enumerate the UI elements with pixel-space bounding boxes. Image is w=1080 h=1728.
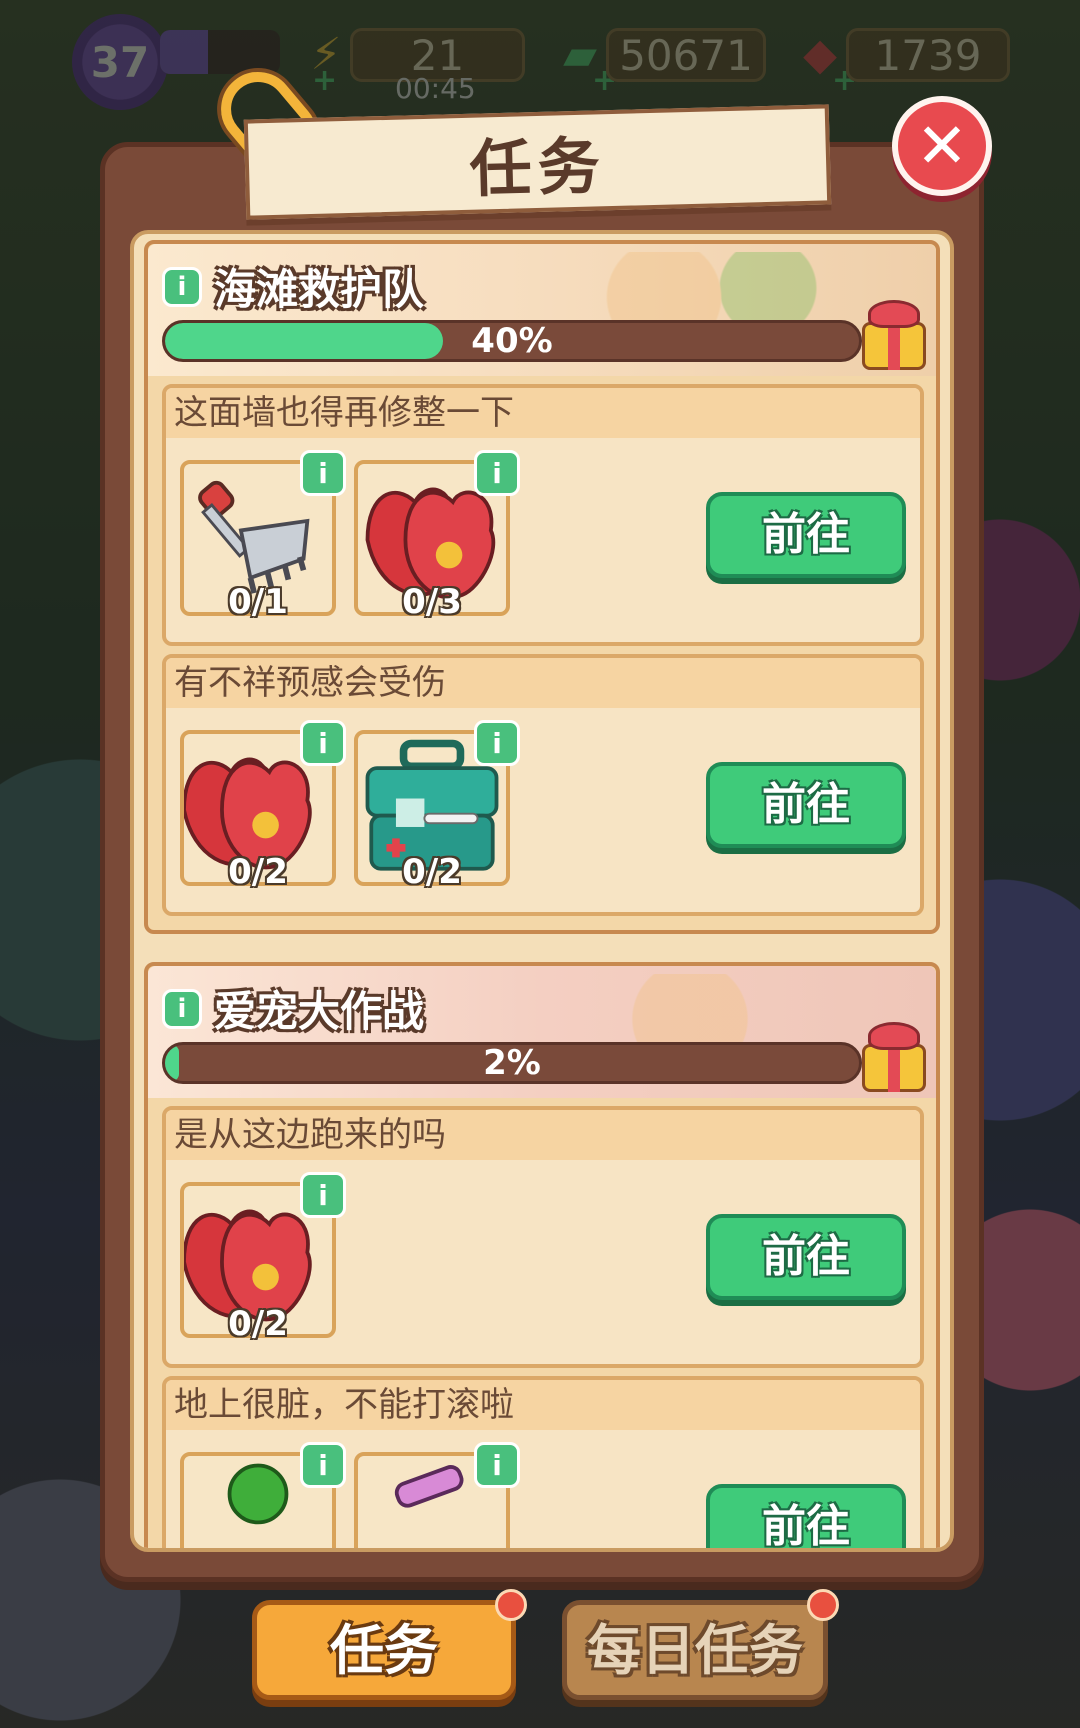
item-info-icon[interactable]: i: [300, 1442, 346, 1488]
quest-item-slot[interactable]: i: [180, 1442, 346, 1548]
quest-title: 这面墙也得再修整一下: [166, 388, 920, 438]
quest-title: 是从这边跑来的吗: [166, 1110, 920, 1160]
quest-group-header: i 爱宠大作战 2%: [148, 966, 936, 1098]
item-info-icon[interactable]: i: [474, 450, 520, 496]
quest-list[interactable]: i 海滩救护队 40% 这面墙也得再修整一下 i 0/1 i 0/3 前往 有不…: [130, 230, 954, 1552]
quest-item-slot[interactable]: i 0/2: [180, 720, 346, 892]
quest-title: 地上很脏，不能打滚啦: [166, 1380, 920, 1430]
notification-dot: [807, 1589, 839, 1621]
quest-title: 有不祥预感会受伤: [166, 658, 920, 708]
item-count: 0/2: [402, 852, 462, 892]
close-button[interactable]: ✕: [892, 96, 992, 196]
notification-dot: [495, 1589, 527, 1621]
quest-list-scroll: i 海滩救护队 40% 这面墙也得再修整一下 i 0/1 i 0/3 前往 有不…: [134, 234, 950, 1548]
quest-card: 是从这边跑来的吗 i 0/2 前往: [162, 1106, 924, 1368]
quest-group: i 海滩救护队 40% 这面墙也得再修整一下 i 0/1 i 0/3 前往 有不…: [144, 240, 940, 934]
item-info-icon[interactable]: i: [300, 720, 346, 766]
gift-box-icon[interactable]: [858, 1022, 930, 1094]
item-info-icon[interactable]: i: [300, 450, 346, 496]
tab-daily-quests-label: 每日任务: [587, 1619, 803, 1682]
item-count: 0/3: [402, 582, 462, 622]
item-count: 0/2: [228, 1304, 288, 1344]
quest-item-slot[interactable]: i 0/1: [180, 450, 346, 622]
group-info-icon[interactable]: i: [162, 266, 202, 307]
group-progress-label: 40%: [471, 321, 553, 361]
quest-card: 地上很脏，不能打滚啦 i i 前往: [162, 1376, 924, 1548]
quest-group-header: i 海滩救护队 40%: [148, 244, 936, 376]
close-icon: ✕: [916, 109, 968, 182]
go-button[interactable]: 前往: [706, 762, 906, 848]
tab-quests-label: 任务: [330, 1619, 438, 1682]
gift-box-icon[interactable]: [858, 300, 930, 372]
item-count: 0/2: [228, 852, 288, 892]
panel-title: 任务: [468, 129, 607, 206]
quest-group-title: 爱宠大作战: [214, 987, 425, 1036]
group-progress-bar: 2%: [162, 1042, 862, 1084]
quest-group-title: 海滩救护队: [214, 265, 425, 314]
go-button[interactable]: 前往: [706, 492, 906, 578]
item-info-icon[interactable]: i: [474, 720, 520, 766]
panel-title-banner: 任务: [243, 104, 832, 220]
quest-item-slot[interactable]: i 0/2: [180, 1172, 346, 1344]
item-info-icon[interactable]: i: [474, 1442, 520, 1488]
quest-card: 有不祥预感会受伤 i 0/2 i 0/2 前往: [162, 654, 924, 916]
tab-quests[interactable]: 任务: [252, 1589, 527, 1700]
quest-card: 这面墙也得再修整一下 i 0/1 i 0/3 前往: [162, 384, 924, 646]
go-button[interactable]: 前往: [706, 1214, 906, 1300]
group-info-icon[interactable]: i: [162, 988, 202, 1029]
quest-item-slot[interactable]: i 0/2: [354, 720, 520, 892]
go-button[interactable]: 前往: [706, 1484, 906, 1548]
quest-group: i 爱宠大作战 2% 是从这边跑来的吗 i 0/2 前往 地上很脏，不能打滚啦 …: [144, 962, 940, 1548]
group-progress-label: 2%: [483, 1043, 541, 1083]
quest-item-slot[interactable]: i 0/3: [354, 450, 520, 622]
group-progress-bar: 40%: [162, 320, 862, 362]
item-info-icon[interactable]: i: [300, 1172, 346, 1218]
item-count: 0/1: [228, 582, 288, 622]
quest-item-slot[interactable]: i: [354, 1442, 520, 1548]
tab-daily-quests[interactable]: 每日任务: [562, 1589, 839, 1700]
